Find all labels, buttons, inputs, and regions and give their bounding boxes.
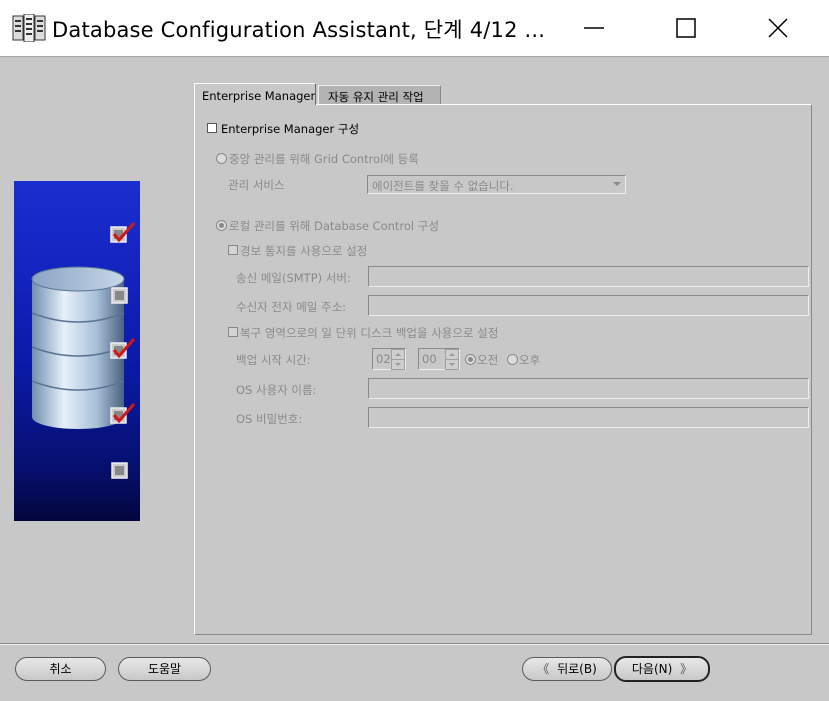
help-button[interactable]: 도움말 <box>118 657 211 681</box>
pm-label: 오후 <box>519 353 541 367</box>
database-app-icon <box>12 13 46 43</box>
step-checkbox-done <box>110 338 136 363</box>
daily-backup-label: 복구 영역으로의 일 단위 디스크 백업을 사용으로 설정 <box>240 326 499 340</box>
spin-down-icon[interactable] <box>391 359 405 370</box>
backup-minute-spinner[interactable]: 00 <box>418 348 460 370</box>
cancel-button[interactable]: 취소 <box>15 657 106 681</box>
os-password-input[interactable] <box>368 407 809 428</box>
smtp-label: 송신 메일(SMTP) 서버: <box>236 271 351 285</box>
recipient-email-input[interactable] <box>368 295 809 316</box>
tab-auto-maintenance[interactable]: 자동 유지 관리 작업 <box>318 85 441 105</box>
wizard-progress-image <box>14 181 140 521</box>
footer-divider-highlight <box>0 644 829 645</box>
back-button-label: 뒤로(B) <box>557 662 597 676</box>
backup-hour-spinner[interactable]: 02 <box>372 348 406 370</box>
management-service-label: 관리 서비스 <box>228 178 285 192</box>
chevron-down-icon <box>613 182 621 186</box>
configure-em-label: Enterprise Manager 구성 <box>221 122 360 136</box>
minimize-button[interactable] <box>574 14 614 42</box>
step-checkbox-done <box>110 222 136 247</box>
chevron-left-icon: 《 <box>537 662 550 676</box>
alert-notification-label: 경보 통지를 사용으로 설정 <box>240 244 368 258</box>
chevron-right-icon: 》 <box>680 662 693 676</box>
step-checkbox-done <box>110 403 136 428</box>
back-button[interactable]: 《 뒤로(B) <box>522 657 612 681</box>
pm-radio[interactable] <box>507 354 518 365</box>
db-control-radio[interactable] <box>216 220 227 231</box>
grid-control-radio[interactable] <box>216 153 227 164</box>
window-title: Database Configuration Assistant, 단계 4/1… <box>52 18 546 42</box>
os-user-label: OS 사용자 이름: <box>236 383 317 397</box>
backup-time-label: 백업 시작 시간: <box>236 353 311 367</box>
backup-hour-value: 02 <box>376 352 391 366</box>
backup-minute-value: 00 <box>422 352 437 366</box>
smtp-server-input[interactable] <box>368 266 809 287</box>
am-label: 오전 <box>477 353 499 367</box>
step-checkbox-pending <box>111 462 129 483</box>
spin-down-icon[interactable] <box>445 359 459 370</box>
step-checkbox-pending <box>111 287 129 308</box>
tab-enterprise-manager[interactable]: Enterprise Manager <box>194 83 316 105</box>
email-label: 수신자 전자 메일 주소: <box>236 300 347 314</box>
title-bar: Database Configuration Assistant, 단계 4/1… <box>0 0 829 56</box>
os-user-input[interactable] <box>368 378 809 399</box>
am-radio[interactable] <box>465 354 476 365</box>
close-button[interactable] <box>758 14 798 42</box>
maximize-button[interactable] <box>666 14 706 42</box>
next-button-label: 다음(N) <box>631 662 673 676</box>
next-button[interactable]: 다음(N) 》 <box>614 656 710 682</box>
alert-notification-checkbox[interactable] <box>228 245 238 255</box>
management-service-value: 에이전트를 찾을 수 없습니다. <box>372 179 514 193</box>
os-password-label: OS 비밀번호: <box>236 412 303 426</box>
grid-control-label: 중앙 관리를 위해 Grid Control에 등록 <box>229 152 419 166</box>
configure-em-checkbox[interactable] <box>207 123 217 133</box>
management-service-select[interactable]: 에이전트를 찾을 수 없습니다. <box>367 175 626 194</box>
daily-backup-checkbox[interactable] <box>228 327 238 337</box>
db-control-label: 로컬 관리를 위해 Database Control 구성 <box>229 219 439 233</box>
